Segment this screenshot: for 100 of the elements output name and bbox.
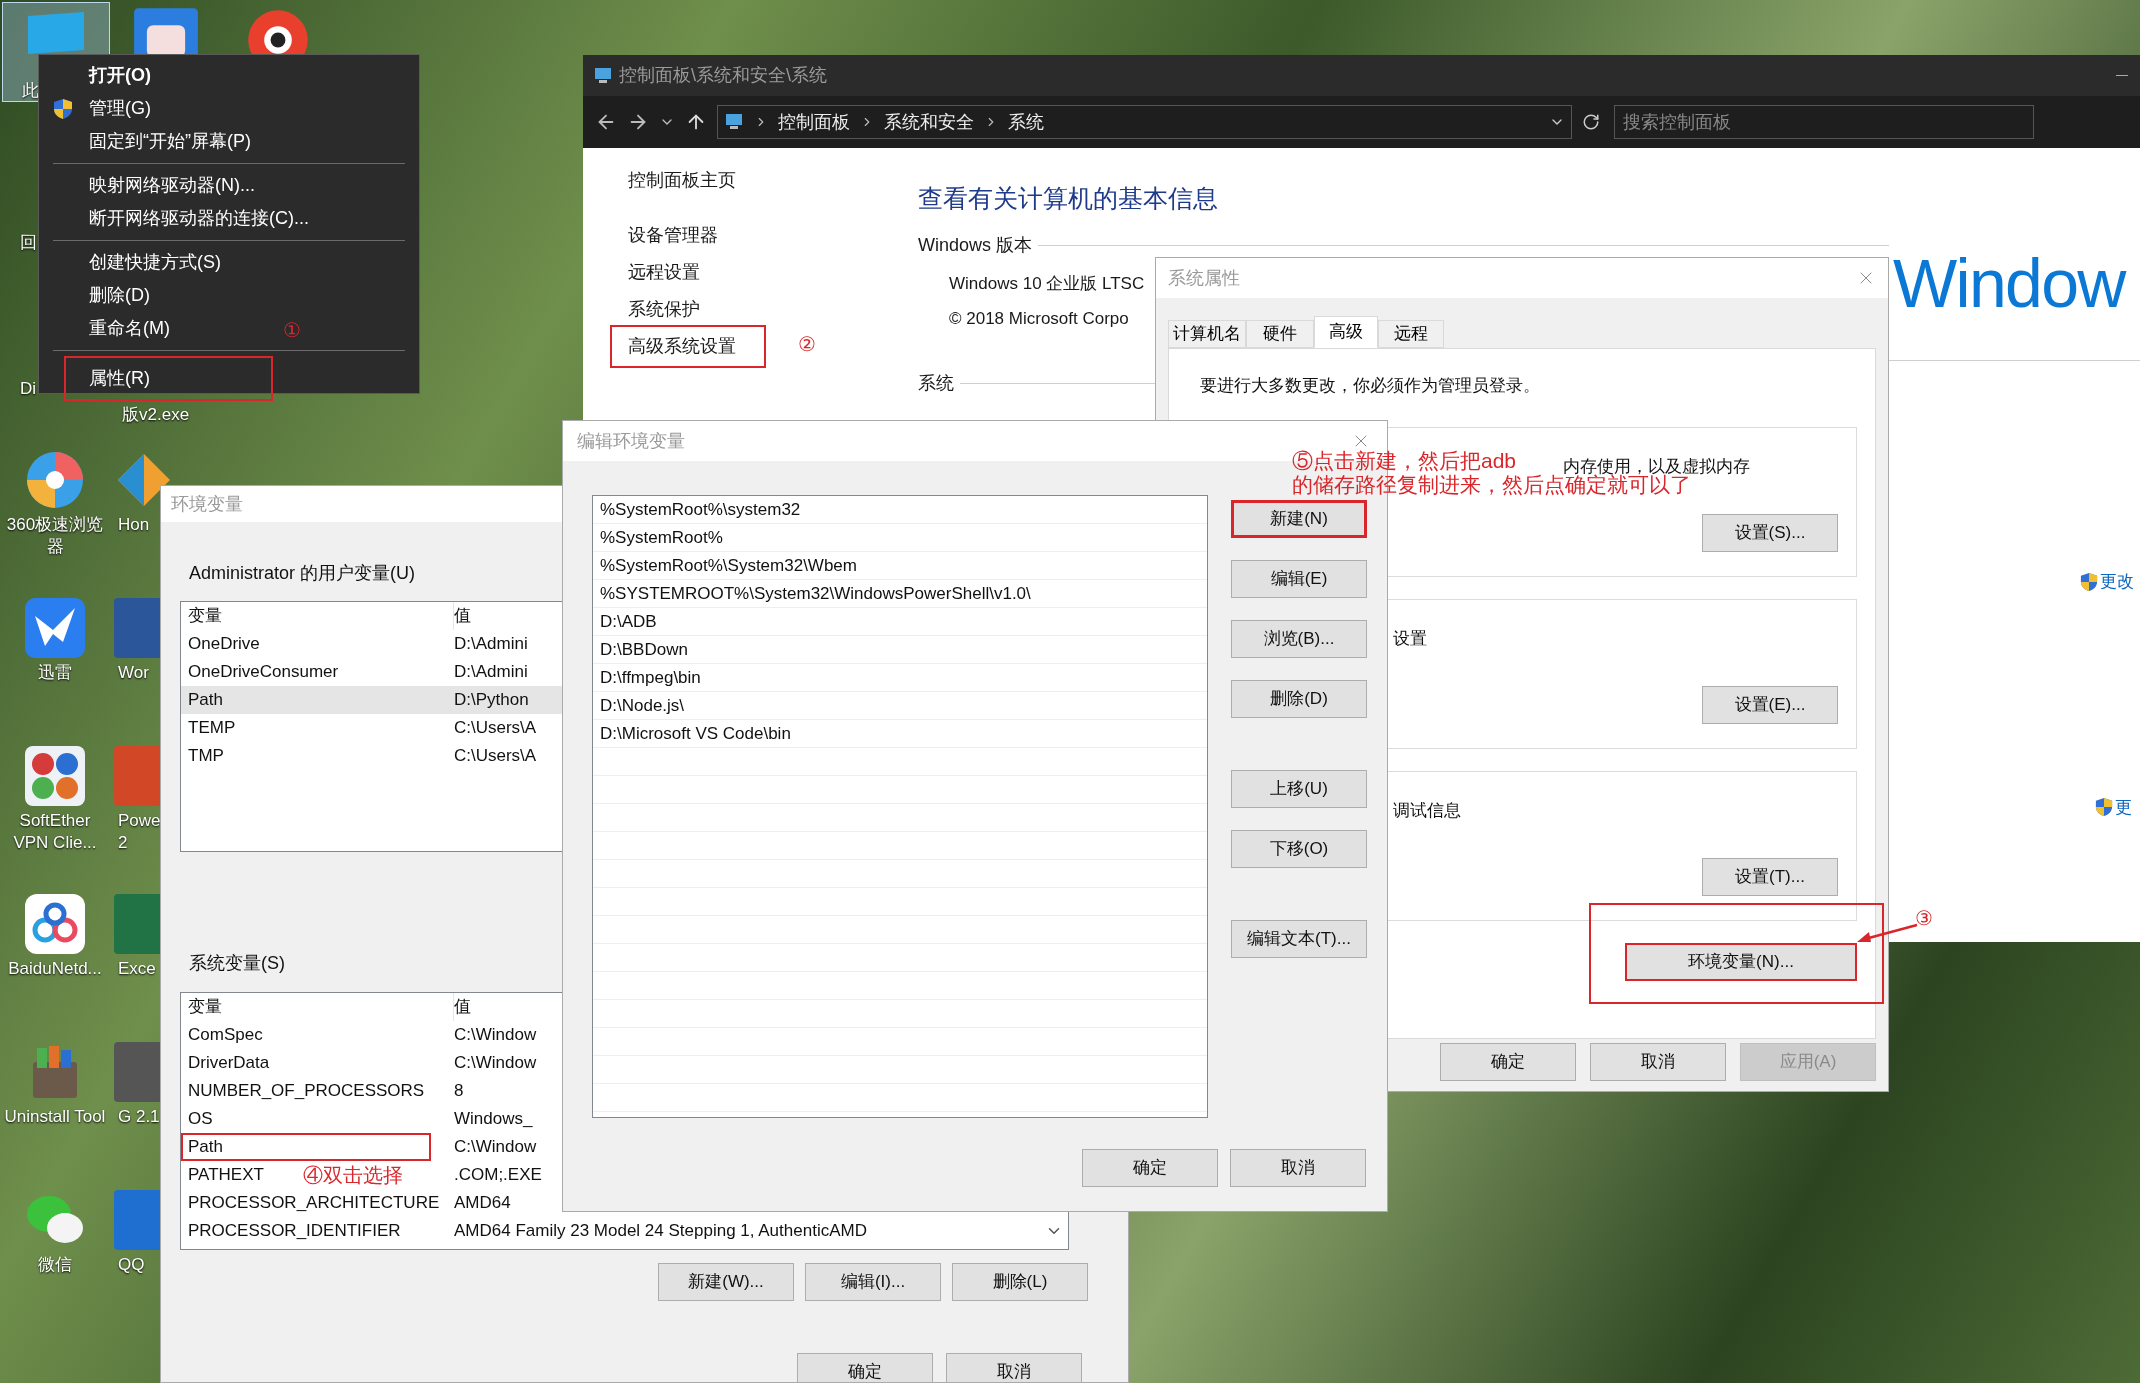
copyright-text: © 2018 Microsoft Corpo [949, 308, 1129, 330]
table-cell-text: C:\Users\A [454, 745, 537, 768]
tab[interactable]: 计算机名 [1168, 320, 1246, 348]
step-marker: ① [283, 318, 301, 343]
list-button[interactable]: 编辑(I)... [805, 1263, 941, 1301]
tab[interactable]: 远程 [1378, 320, 1444, 348]
dialog-button[interactable]: 确定 [797, 1353, 933, 1382]
dialog-title: 系统属性 [1168, 266, 1240, 290]
settings-button[interactable]: 设置(E)... [1702, 685, 1838, 724]
breadcrumb-item[interactable]: 系统 [1008, 108, 1044, 136]
menu-item[interactable]: 创建快捷方式(S) [49, 246, 231, 279]
path-entry[interactable]: D:\ADB [593, 608, 1207, 636]
desktop-icon-label: QQ [118, 1254, 146, 1276]
path-entry[interactable]: D:\ffmpeg\bin [593, 664, 1207, 692]
menu-item[interactable]: 管理(G) [49, 92, 161, 125]
computer-icon [593, 66, 613, 85]
group-title: 系统变量(S) [189, 952, 285, 975]
column-header[interactable]: 变量 [181, 993, 454, 1021]
desktop-icon-label: 回 [20, 232, 37, 254]
settings-button[interactable]: 设置(T)... [1702, 857, 1838, 896]
edition-text: Windows 10 企业版 LTSC [949, 272, 1145, 295]
list-button[interactable]: 删除(D) [1231, 680, 1367, 718]
menu-item[interactable]: 属性(R) [64, 356, 273, 401]
column-header[interactable]: 值 [454, 994, 471, 1020]
dialog-button[interactable]: 取消 [1230, 1149, 1366, 1187]
path-entry[interactable]: D:\Node.js\ [593, 692, 1207, 720]
page-heading: 查看有关计算机的基本信息 [918, 183, 1218, 214]
tab[interactable]: 高级 [1314, 316, 1378, 348]
table-cell-text: OS [187, 1108, 213, 1131]
list-row[interactable]: Path C:\Window [181, 1133, 1068, 1161]
group-text: 设置 [1393, 627, 1427, 650]
desktop-icon-label: G 2.1 [118, 1106, 161, 1128]
table-cell-text: C:\Users\A [454, 717, 537, 740]
list-button[interactable]: 下移(O) [1231, 830, 1367, 868]
shield-icon [53, 98, 73, 120]
desktop-icon-label: Wor [118, 662, 150, 684]
table-cell-text: Path [187, 689, 223, 712]
four-dots-icon [23, 744, 87, 808]
desktop-icon-label: 此 [22, 80, 39, 102]
change-link[interactable]: 更改 [2100, 569, 2134, 595]
path-entry[interactable]: D:\Microsoft VS Code\bin [593, 720, 1207, 748]
dialog-button[interactable]: 确定 [1082, 1149, 1218, 1187]
dialog-button[interactable]: 取消 [946, 1353, 1082, 1382]
section-title: Windows 版本 [918, 233, 1033, 257]
menu-item[interactable]: 映射网络驱动器(N)... [49, 169, 265, 202]
minimize-icon[interactable] [2116, 74, 2128, 77]
menu-item[interactable]: 删除(D) [49, 279, 160, 312]
menu-item[interactable]: 打开(O) [49, 59, 161, 92]
address-bar[interactable]: 控制面板 系统和安全 系统 [717, 105, 1572, 139]
dialog-button[interactable]: 取消 [1590, 1043, 1726, 1081]
path-entry[interactable]: %SystemRoot% [593, 524, 1207, 552]
desktop-icon-label: Powe 2 [118, 810, 162, 854]
column-header[interactable]: 变量 [181, 602, 454, 630]
refresh-icon[interactable] [1582, 113, 1600, 131]
column-header[interactable]: 值 [454, 603, 471, 629]
desktop-icon-label: Di [20, 378, 37, 400]
shield-icon [2095, 797, 2113, 818]
desktop-icon-label: BaiduNetd... [7, 958, 103, 980]
path-entry[interactable]: %SystemRoot%\System32\Wbem [593, 552, 1207, 580]
dialog-button[interactable]: 确定 [1440, 1043, 1576, 1081]
menu-item[interactable]: 固定到“开始”屏幕(P) [49, 125, 261, 158]
environment-variables-button[interactable]: 环境变量(N)... [1625, 942, 1857, 981]
path-entry[interactable]: %SystemRoot%\system32 [593, 496, 1207, 524]
menu-item[interactable]: 断开网络驱动器的连接(C)... [49, 202, 319, 235]
list-button[interactable]: 上移(U) [1231, 770, 1367, 808]
table-cell-text: Windows_ [454, 1108, 533, 1131]
desktop-icon-label: Exce [118, 958, 157, 980]
table-cell-text: OneDriveConsumer [187, 661, 339, 684]
breadcrumb-item[interactable]: 控制面板 [778, 108, 850, 136]
window-title: 控制面板\系统和安全\系统 [619, 64, 827, 87]
nav-link[interactable]: 高级系统设置 [610, 325, 766, 368]
desktop-icon-label: 微信 [37, 1254, 73, 1276]
cloud-icon [23, 892, 87, 956]
list-button[interactable]: 浏览(B)... [1231, 620, 1367, 658]
table-cell-text: AMD64 [454, 1192, 511, 1215]
settings-button[interactable]: 设置(S)... [1702, 513, 1838, 552]
table-cell-text: D:\Admini [454, 661, 528, 684]
table-cell-text: C:\Window [454, 1024, 537, 1047]
desktop-icon-label: 360极速浏览器 [5, 514, 105, 558]
desktop-icon-label: 版v2.exe [122, 404, 190, 426]
group-text: 调试信息 [1393, 799, 1461, 822]
list-button[interactable]: 新建(N) [1231, 500, 1367, 538]
table-cell: Path [181, 1133, 431, 1161]
list-row[interactable]: PROCESSOR_IDENTIFIER AMD64 Family 23 Model 24 Stepping 1, AuthenticAMD [181, 1217, 1068, 1245]
list-button[interactable]: 编辑文本(T)... [1231, 920, 1367, 958]
table-cell-text: PROCESSOR_IDENTIFIER [187, 1220, 401, 1243]
search-field[interactable]: 搜索控制面板 [1614, 105, 2034, 139]
table-cell-text: NUMBER_OF_PROCESSORS [187, 1080, 425, 1103]
nav-link[interactable]: 控制面板主页 [610, 159, 766, 202]
step-marker: ② [798, 332, 816, 357]
menu-item[interactable]: 重命名(M) [49, 312, 180, 345]
list-button[interactable]: 新建(W)... [658, 1263, 794, 1301]
desktop-icon-label: 迅雷 [37, 662, 73, 684]
breadcrumb-item[interactable]: 系统和安全 [884, 108, 974, 136]
path-entry[interactable]: D:\BBDown [593, 636, 1207, 664]
list-button[interactable]: 删除(L) [952, 1263, 1088, 1301]
change-link[interactable]: 更 [2115, 794, 2132, 820]
list-button[interactable]: 编辑(E) [1231, 560, 1367, 598]
tab[interactable]: 硬件 [1246, 320, 1314, 348]
path-entry[interactable]: %SYSTEMROOT%\System32\WindowsPowerShell\v1.0\ [593, 580, 1207, 608]
